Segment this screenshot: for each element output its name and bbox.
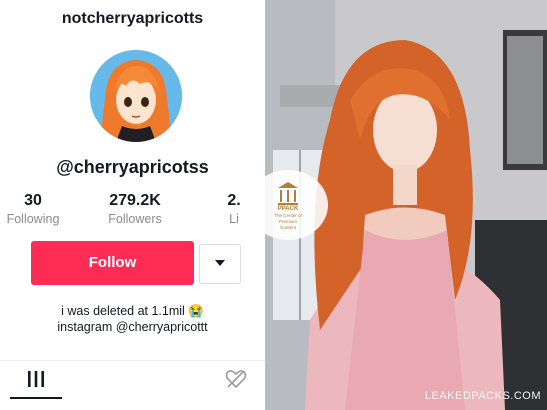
tab-liked[interactable] — [216, 362, 256, 398]
anime-avatar-image — [90, 50, 182, 142]
columns-logo-icon — [278, 182, 298, 205]
more-options-button[interactable] — [199, 244, 241, 284]
watermark-badge: PPACK The Center of Premium Content — [248, 170, 328, 240]
tab-videos[interactable] — [10, 362, 62, 398]
bio-line-2: instagram @cherryapricottt — [57, 320, 208, 334]
badge-subtitle-3: Content — [280, 225, 296, 230]
hidden-heart-icon — [225, 370, 247, 389]
follow-button[interactable]: Follow — [31, 241, 194, 285]
badge-title: PPACK — [277, 206, 299, 212]
top-username: notcherryapricotts — [61, 10, 204, 27]
bio-line-1: i was deleted at 1.1mil 😭 — [61, 304, 204, 318]
stat-following-label: Following — [6, 212, 60, 226]
profile-panel: notcherryapricotts @cherryapricotss 30 F… — [0, 0, 265, 410]
badge-subtitle-2: Premium — [278, 219, 297, 224]
active-tab-indicator — [10, 397, 62, 399]
stat-followers[interactable]: 279.2K Followers — [100, 192, 170, 226]
profile-handle: @cherryapricotss — [56, 157, 209, 177]
stat-followers-value: 279.2K — [109, 192, 161, 209]
grid-bars-icon — [28, 371, 44, 387]
stat-following[interactable]: 30 Following — [3, 192, 63, 226]
caret-down-icon — [215, 260, 225, 266]
badge-subtitle-1: The Center of — [274, 213, 302, 218]
stat-following-value: 30 — [24, 192, 42, 209]
stat-followers-label: Followers — [108, 212, 162, 226]
watermark-text: LEAKEDPACKS.COM — [424, 390, 541, 402]
avatar[interactable] — [90, 50, 182, 142]
